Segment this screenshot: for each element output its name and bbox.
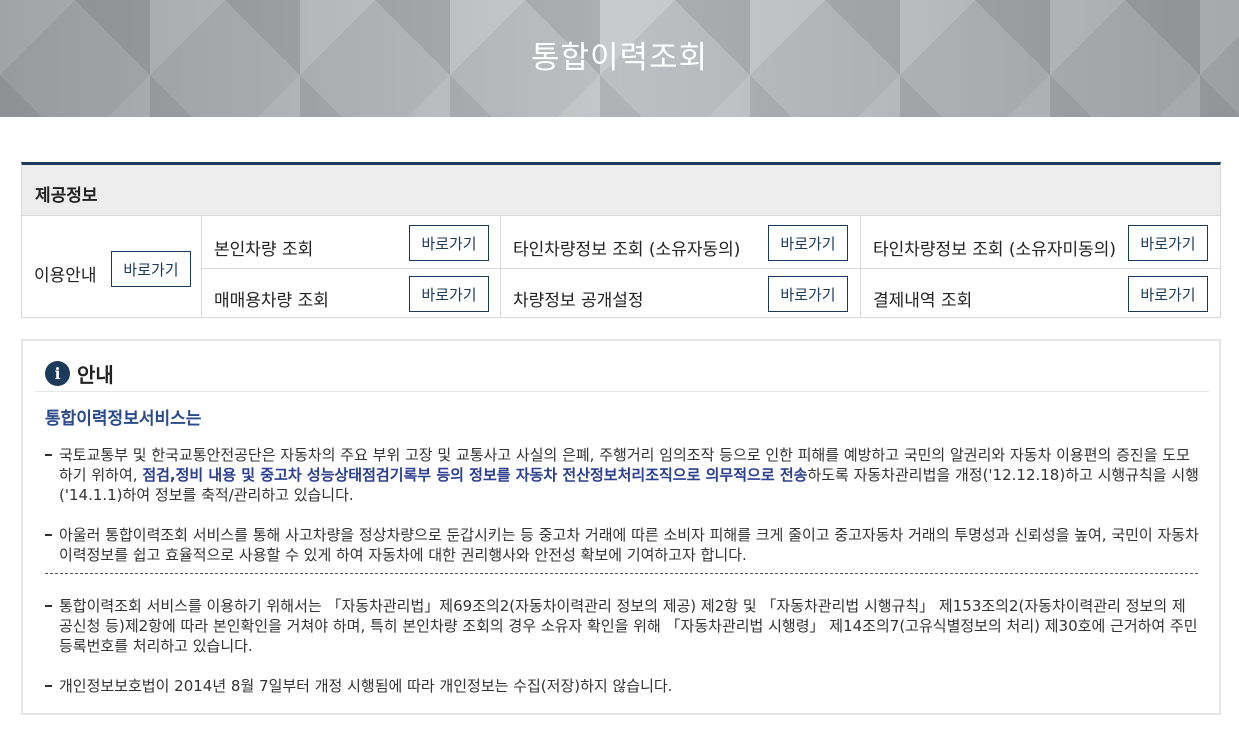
notice-heading-text: 안내 bbox=[77, 363, 114, 387]
trade-vehicle-lookup-button[interactable]: 바로가기 bbox=[409, 276, 489, 312]
own-vehicle-lookup-label: 본인차량 조회 bbox=[214, 240, 314, 260]
other-vehicle-consent-button[interactable]: 바로가기 bbox=[768, 225, 848, 261]
other-vehicle-consent-label: 타인차량정보 조회 (소유자동의) bbox=[513, 240, 741, 260]
page-banner: 통합이력조회 bbox=[0, 0, 1239, 117]
notice-box: i 안내 통합이력정보서비스는 국토교통부 및 한국교통안전공단은 자동차의 주… bbox=[21, 339, 1221, 715]
notice-subtitle: 통합이력정보서비스는 bbox=[45, 409, 202, 429]
notice-paragraph-2: 아울러 통합이력조회 서비스를 통해 사고차량을 정상차량으로 둔갑시키는 등 … bbox=[45, 526, 1199, 564]
other-vehicle-no-consent-button[interactable]: 바로가기 bbox=[1128, 225, 1208, 261]
vehicle-info-disclosure-button[interactable]: 바로가기 bbox=[768, 276, 848, 312]
notice-emphasis: 점검,정비 내용 및 중고차 성능상태점검기록부 등의 정보를 자동차 전산정보… bbox=[142, 466, 808, 484]
page-title: 통합이력조회 bbox=[530, 40, 709, 76]
info-icon: i bbox=[45, 361, 70, 386]
trade-vehicle-lookup-label: 매매용차량 조회 bbox=[214, 291, 329, 311]
other-vehicle-no-consent-label: 타인차량정보 조회 (소유자미동의) bbox=[873, 240, 1117, 260]
notice-heading: i 안내 bbox=[45, 359, 114, 388]
divider bbox=[35, 391, 1209, 392]
notice-paragraph-3: 통합이력조회 서비스를 이용하기 위해서는 「자동차관리법」제69조의2(자동차… bbox=[45, 597, 1198, 655]
divider bbox=[201, 268, 1220, 269]
usage-guide-button[interactable]: 바로가기 bbox=[111, 251, 191, 287]
divider bbox=[201, 216, 202, 318]
divider bbox=[500, 216, 501, 318]
provided-info-table: 제공정보 이용안내 바로가기 본인차량 조회 바로가기 타인차량정보 조회 (소… bbox=[21, 162, 1221, 318]
payment-history-label: 결제내역 조회 bbox=[873, 291, 973, 311]
vehicle-info-disclosure-label: 차량정보 공개설정 bbox=[513, 291, 644, 311]
notice-paragraph-4: 개인정보보호법이 2014년 8월 7일부터 개정 시행됨에 따라 개인정보는 … bbox=[45, 676, 1199, 696]
notice-paragraph-1: 국토교통부 및 한국교통안전공단은 자동차의 주요 부위 고장 및 교통사고 사… bbox=[45, 445, 1199, 505]
usage-guide-label: 이용안내 bbox=[34, 266, 97, 286]
dashed-divider bbox=[45, 573, 1198, 574]
own-vehicle-lookup-button[interactable]: 바로가기 bbox=[409, 225, 489, 261]
provided-info-heading: 제공정보 bbox=[22, 165, 1220, 216]
payment-history-button[interactable]: 바로가기 bbox=[1128, 276, 1208, 312]
divider bbox=[860, 216, 861, 318]
